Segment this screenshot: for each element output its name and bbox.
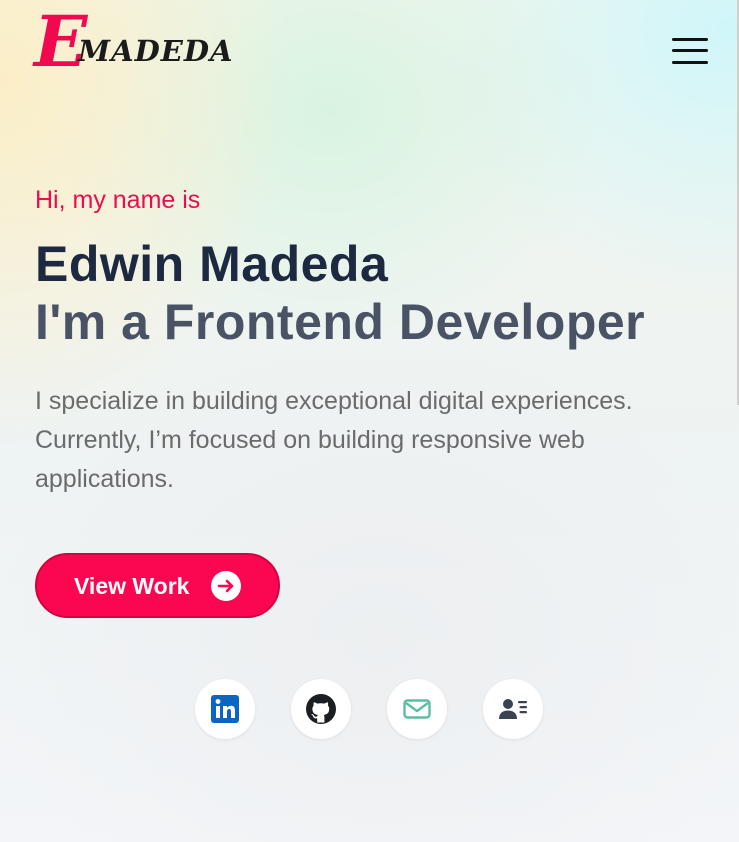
arrow-right-circle-icon	[211, 571, 241, 601]
hero-greeting: Hi, my name is	[35, 186, 201, 214]
logo-text: MADEDA	[78, 34, 234, 68]
contact-card-link[interactable]	[483, 679, 543, 739]
hero-role: I'm a Frontend Developer	[35, 294, 646, 350]
contact-card-icon	[499, 699, 527, 719]
linkedin-icon	[211, 695, 239, 723]
hero-description: I specialize in building exceptional dig…	[35, 387, 633, 493]
view-work-label: View Work	[74, 573, 190, 599]
github-link[interactable]	[291, 679, 351, 739]
hamburger-menu-button[interactable]	[670, 34, 710, 68]
github-icon	[306, 694, 336, 724]
view-work-button[interactable]: View Work	[35, 553, 280, 618]
mail-icon	[403, 699, 431, 719]
email-link[interactable]	[387, 679, 447, 739]
hero-name: Edwin Madeda	[35, 236, 389, 292]
linkedin-link[interactable]	[195, 679, 255, 739]
site-logo[interactable]: E MADEDA	[34, 2, 264, 84]
site-header: E MADEDA	[0, 0, 739, 90]
